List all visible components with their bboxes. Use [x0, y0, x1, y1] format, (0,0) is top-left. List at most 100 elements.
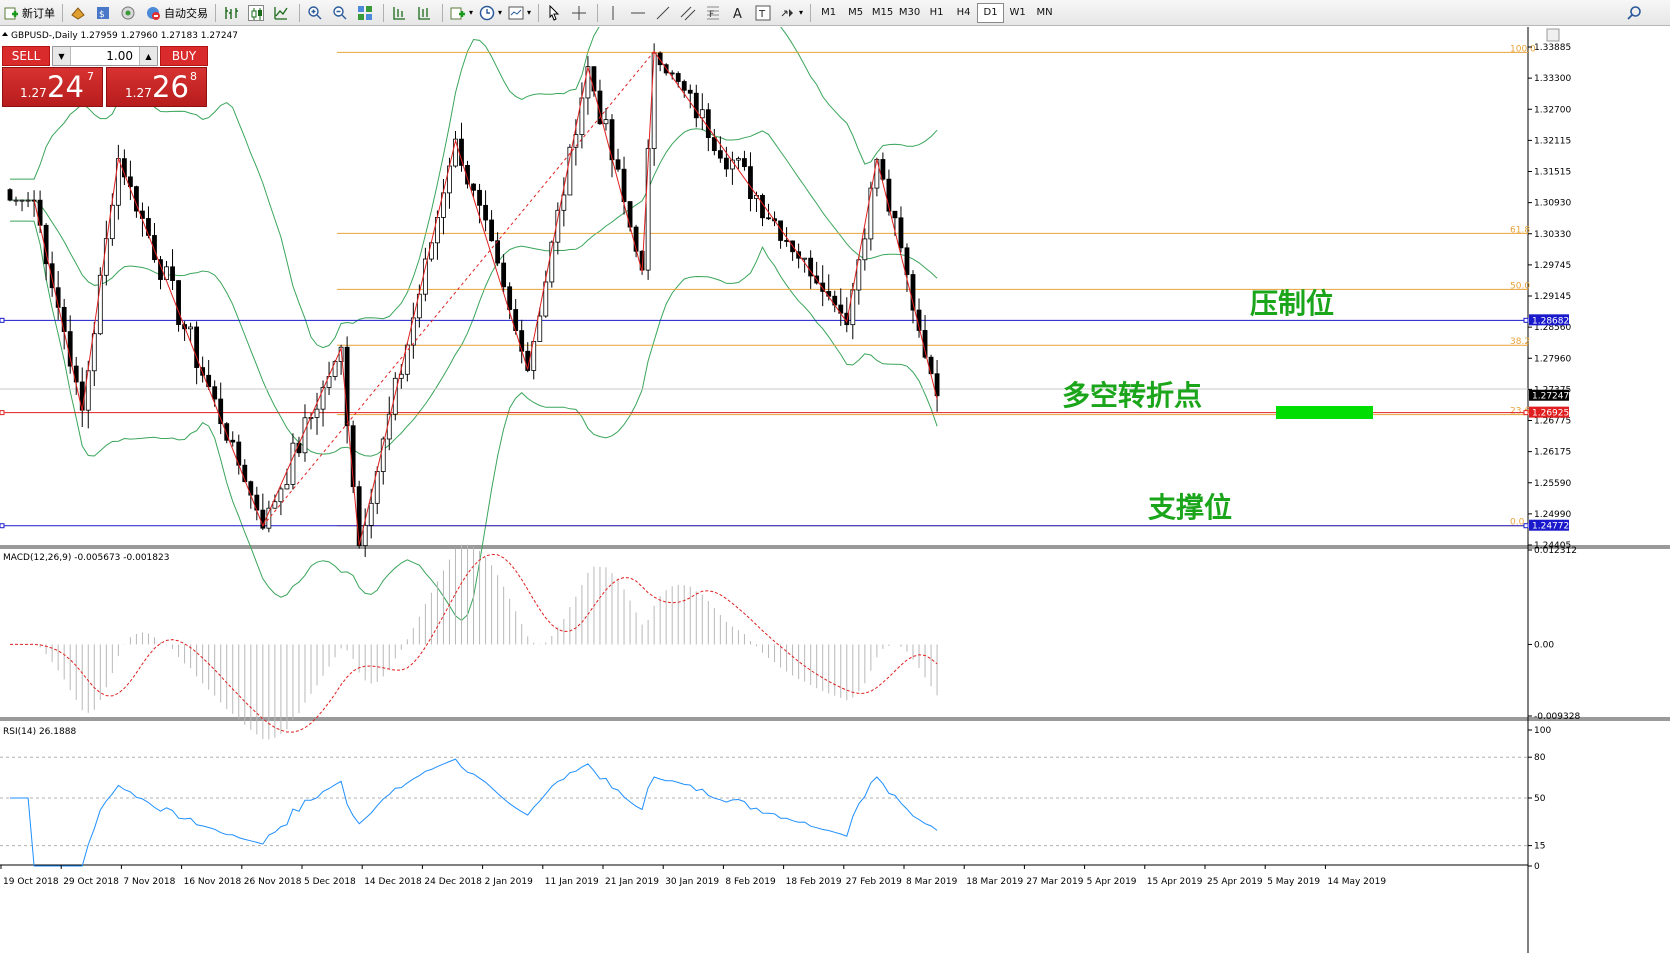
crosshair-button[interactable] — [568, 2, 593, 24]
cursor-icon — [546, 4, 562, 21]
candle-body — [766, 217, 771, 220]
candlestick-button[interactable] — [245, 2, 270, 24]
terminal-button[interactable] — [117, 2, 142, 24]
indicators-icon — [450, 5, 466, 21]
navigator-button[interactable]: $ — [92, 2, 117, 24]
indicators-button[interactable]: ▾ — [447, 2, 476, 24]
candle-body — [356, 486, 362, 546]
sell-price-prefix: 1.27 — [20, 86, 47, 100]
time-tick-label: 29 Oct 2018 — [63, 877, 119, 887]
time-tick-label: 15 Apr 2019 — [1147, 877, 1203, 887]
line-anchor-left[interactable] — [0, 317, 5, 323]
timeframe-w1[interactable]: W1 — [1004, 3, 1031, 23]
time-tick-label: 25 Apr 2019 — [1207, 877, 1263, 887]
candle-body — [705, 109, 711, 138]
buy-button[interactable]: BUY — [160, 46, 208, 66]
timeframe-d1[interactable]: D1 — [977, 2, 1005, 23]
candle-body — [302, 417, 308, 454]
fib-level-label: 61.8 — [1510, 225, 1530, 235]
fibonacci-button[interactable]: F — [702, 2, 727, 24]
symbol-info-label: GBPUSD-,Daily 1.27959 1.27960 1.27183 1.… — [11, 31, 238, 41]
candle-body — [627, 201, 633, 228]
timeframe-m30[interactable]: M30 — [896, 3, 923, 23]
chart-close-icon[interactable] — [1546, 28, 1560, 42]
zoom-out-button[interactable] — [329, 2, 354, 24]
vertical-line-button[interactable] — [602, 2, 627, 24]
svg-text:T: T — [758, 9, 766, 20]
market-watch-button[interactable] — [67, 2, 92, 24]
chart-shift-button[interactable] — [388, 2, 413, 24]
sell-price-sup: 7 — [87, 70, 94, 83]
candle-body — [471, 183, 476, 191]
zoom-out-icon — [332, 5, 348, 21]
horizontal-line-button[interactable] — [627, 2, 652, 24]
line-anchor-right[interactable] — [1523, 523, 1529, 529]
line-chart-button[interactable] — [270, 2, 295, 24]
fib-level-label: 100.0 — [1510, 44, 1536, 54]
templates-button[interactable]: ▾ — [505, 2, 534, 24]
new-order-button[interactable]: 新订单 — [0, 2, 58, 24]
buy-price-prefix: 1.27 — [125, 86, 152, 100]
text-button[interactable]: A — [727, 2, 752, 24]
time-tick-label: 7 Nov 2018 — [123, 877, 175, 887]
line-anchor-left[interactable] — [0, 523, 5, 529]
timeframe-mn[interactable]: MN — [1031, 3, 1058, 23]
candle-body — [483, 204, 488, 221]
line-anchor-left[interactable] — [0, 410, 5, 416]
lot-increase-icon[interactable]: ▲ — [139, 47, 157, 65]
cursor-button[interactable] — [543, 2, 568, 24]
candle-body — [314, 408, 320, 418]
time-tick-label: 14 May 2019 — [1327, 877, 1386, 887]
arrows-button[interactable]: ▾ — [777, 2, 806, 24]
candle-body — [13, 199, 19, 202]
autoscroll-button[interactable] — [413, 2, 438, 24]
new-order-icon — [3, 5, 19, 21]
candle-body — [284, 483, 290, 490]
auto-trading-button[interactable]: 自动交易 — [142, 2, 211, 24]
zoom-in-button[interactable] — [304, 2, 329, 24]
lot-size-value[interactable]: 1.00 — [71, 49, 139, 63]
bar-chart-button[interactable] — [220, 2, 245, 24]
candle-body — [711, 137, 717, 152]
line-chart-icon — [273, 5, 289, 21]
line-anchor-right[interactable] — [1523, 410, 1529, 416]
timeframe-h4[interactable]: H4 — [950, 3, 977, 23]
search-button[interactable] — [1623, 2, 1648, 24]
periods-button[interactable]: ▾ — [476, 2, 505, 24]
line-anchor-right[interactable] — [1523, 317, 1529, 323]
candle-body — [489, 219, 495, 242]
toolbar-separator — [215, 3, 216, 22]
lot-decrease-icon[interactable]: ▼ — [53, 47, 71, 65]
macd-tick-label: 0.00 — [1534, 640, 1554, 650]
lot-size-field[interactable]: ▼ 1.00 ▲ — [52, 46, 158, 66]
price-tick-label: 1.30330 — [1534, 230, 1571, 240]
chart-window[interactable]: 100.061.850.038.223.60.0压制位多空转折点支撑位GBPUS… — [0, 27, 1670, 953]
buy-price-button[interactable]: 1.27 26 8 — [106, 67, 207, 107]
candle-body — [428, 242, 434, 260]
candle-body — [176, 280, 181, 325]
annotation-label: 压制位 — [1250, 287, 1334, 320]
candle-body — [681, 81, 687, 91]
text-label-button[interactable]: T — [752, 2, 777, 24]
timeframe-m15[interactable]: M15 — [869, 3, 896, 23]
toolbar-separator — [597, 3, 599, 22]
time-tick-label: 8 Mar 2019 — [906, 877, 958, 887]
price-tag-label: 1.28682 — [1532, 316, 1569, 326]
bar-chart-icon — [223, 5, 239, 21]
trendline-button[interactable] — [652, 2, 677, 24]
tile-windows-button[interactable] — [354, 2, 379, 24]
zoom-in-icon — [307, 5, 323, 21]
candle-body — [537, 315, 543, 342]
target-zone-marker[interactable] — [1276, 406, 1373, 419]
candle-body — [290, 442, 296, 485]
sell-button[interactable]: SELL — [2, 46, 50, 66]
candle-body — [748, 166, 753, 199]
candle-body — [501, 262, 507, 288]
timeframe-m1[interactable]: M1 — [815, 3, 842, 23]
timeframe-m5[interactable]: M5 — [842, 3, 869, 23]
sell-price-button[interactable]: 1.27 24 7 — [2, 67, 103, 107]
candle-body — [904, 247, 910, 275]
arrows-icon — [780, 5, 796, 21]
timeframe-h1[interactable]: H1 — [923, 3, 950, 23]
equidistant-channel-button[interactable] — [677, 2, 702, 24]
